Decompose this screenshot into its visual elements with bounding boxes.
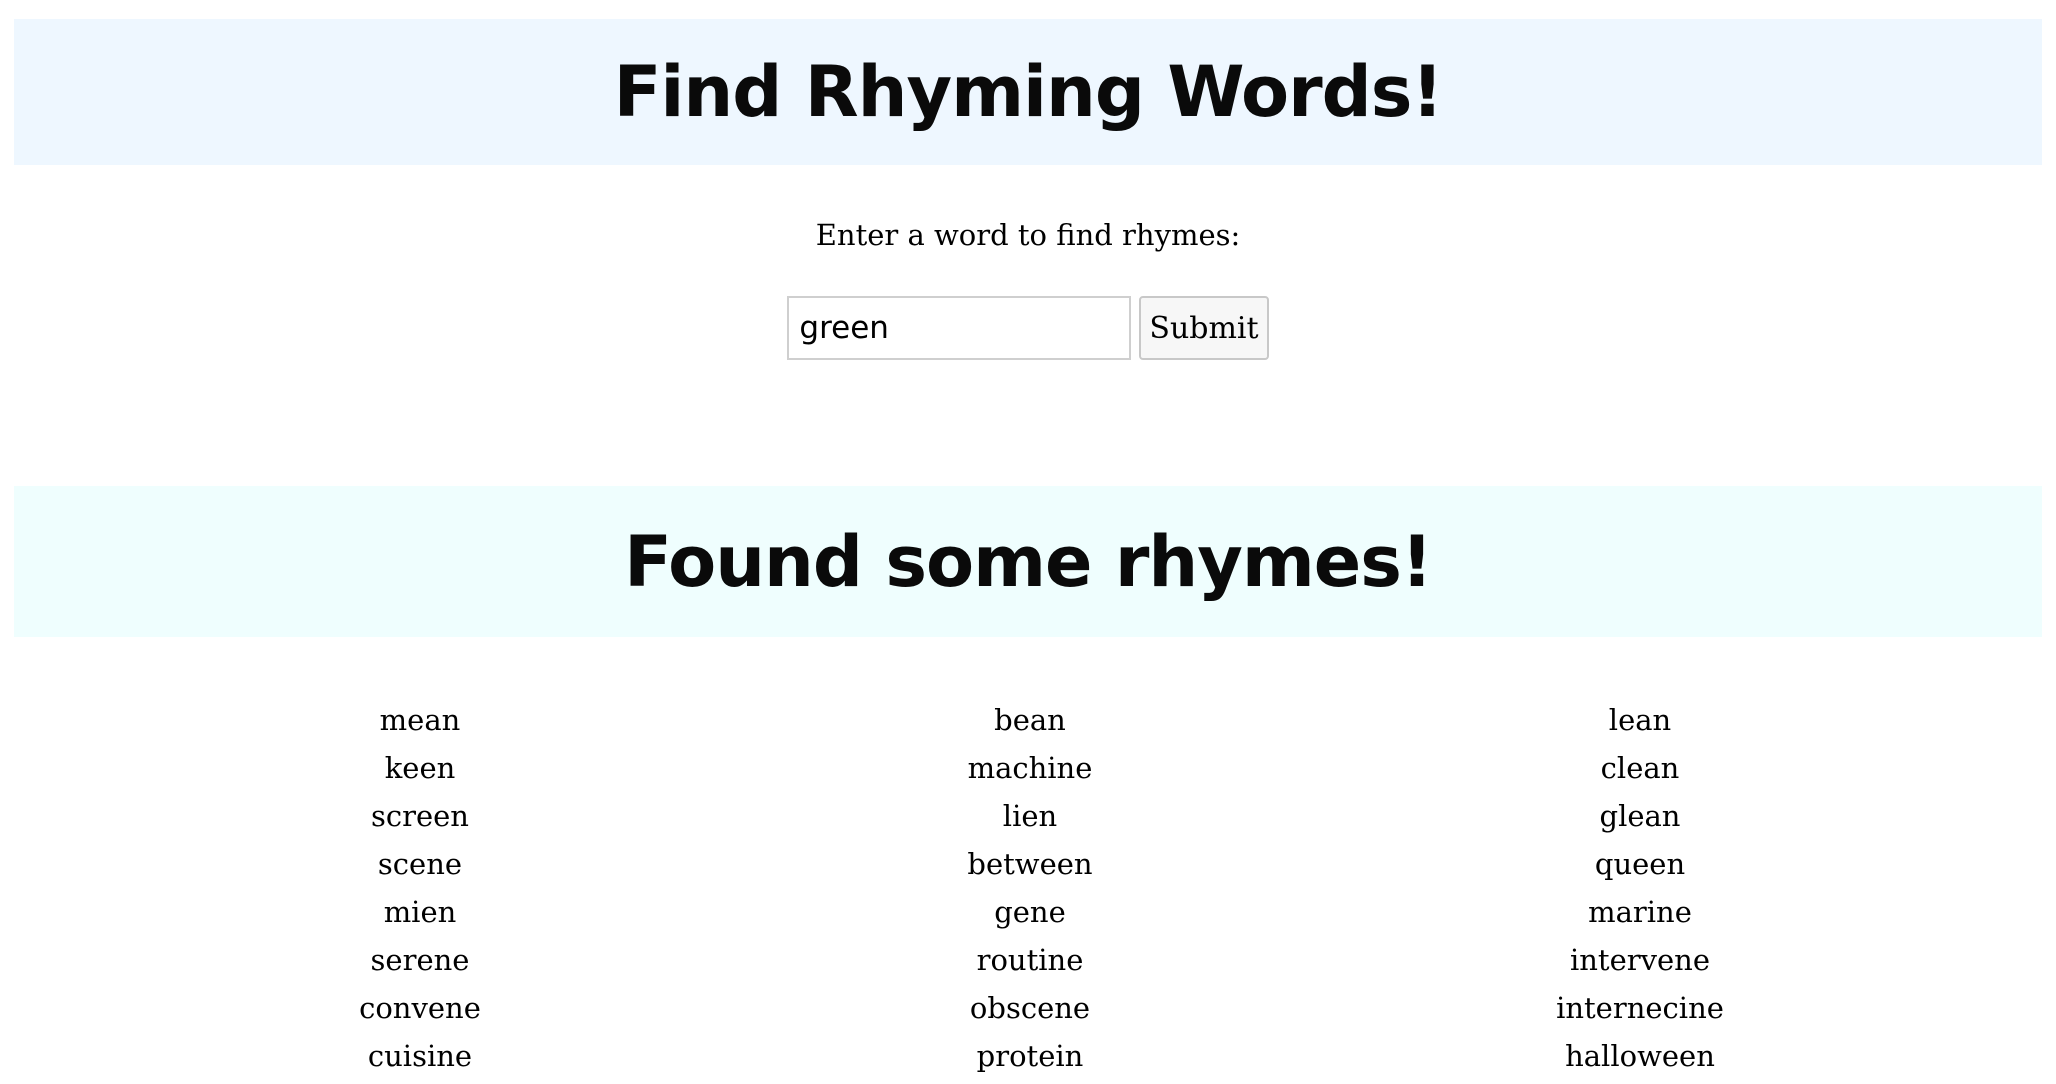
rhyme-word: glean [1599,799,1681,833]
rhyme-word: scene [377,847,463,881]
results-banner: Found some rhymes! [14,486,2042,637]
rhyme-word: bean [994,703,1066,737]
submit-button[interactable]: Submit [1139,296,1269,360]
rhyme-column-3: lean clean glean queen marine intervene … [1335,696,1945,1080]
header-banner: Find Rhyming Words! [14,19,2042,165]
rhyme-word: mean [379,703,461,737]
rhyme-word: screen [371,799,469,833]
rhyme-word: protein [976,1039,1084,1073]
results-title: Found some rhymes! [624,520,1433,603]
rhyme-word: clean [1600,751,1680,785]
rhyme-word: intervene [1569,943,1710,977]
rhyme-word: serene [370,943,470,977]
rhyme-word: between [967,847,1093,881]
rhyme-word: keen [384,751,456,785]
rhyme-word: routine [976,943,1084,977]
rhyme-results: mean keen screen scene mien serene conve… [0,696,2056,1080]
rhyme-word: machine [967,751,1093,785]
rhyme-word: queen [1594,847,1686,881]
search-prompt: Enter a word to find rhymes: [815,218,1241,252]
rhyme-word: lean [1608,703,1672,737]
rhyme-word: gene [994,895,1066,929]
page-title: Find Rhyming Words! [613,51,1444,133]
rhyme-word: marine [1588,895,1692,929]
rhyme-word: convene [359,991,481,1025]
rhyme-word: mien [383,895,457,929]
search-form: Submit [0,296,2056,360]
rhyme-column-2: bean machine lien between gene routine o… [725,696,1335,1080]
rhyme-word: halloween [1565,1039,1715,1073]
word-input[interactable] [787,296,1132,360]
page: Find Rhyming Words! Enter a word to find… [0,0,2056,1084]
rhyme-column-1: mean keen screen scene mien serene conve… [115,696,725,1080]
rhyme-word: obscene [969,991,1091,1025]
rhyme-word: cuisine [367,1039,473,1073]
rhyme-word: internecine [1556,991,1724,1025]
rhyme-word: lien [1002,799,1058,833]
